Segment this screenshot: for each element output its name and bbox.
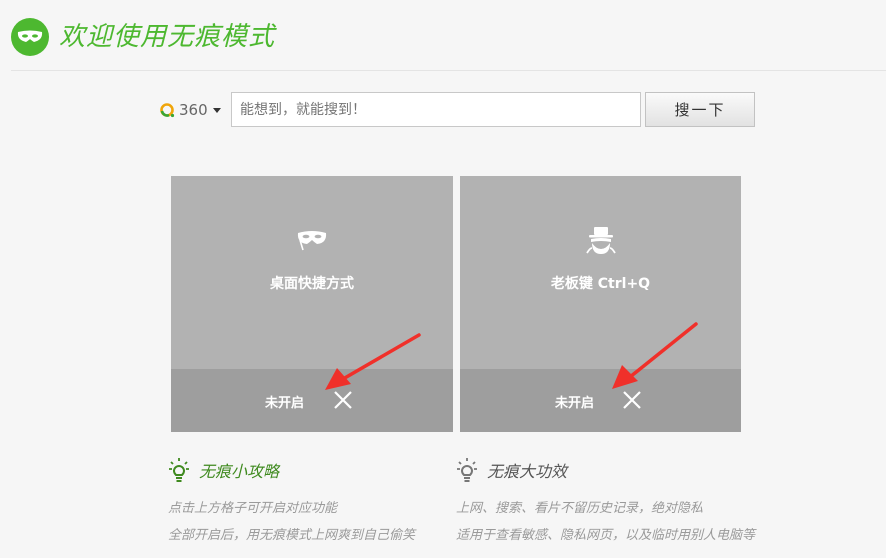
tips-header: 无痕小攻略 [168, 455, 415, 485]
search-engine-selector[interactable]: 360 [159, 97, 221, 123]
tips-title: 无痕大功效 [487, 462, 568, 481]
mask-icon [295, 224, 329, 258]
status-badge: 未开启 [265, 396, 305, 411]
close-icon[interactable] [332, 389, 354, 411]
search-input[interactable] [231, 92, 641, 127]
tips-line: 上网、搜索、看片不留历史记录，绝对隐私 [456, 501, 704, 516]
tips-line: 全部开启后，用无痕模式上网爽到自己偷笑 [168, 528, 416, 543]
search-button[interactable]: 搜一下 [645, 92, 755, 127]
search-engine-name: 360 [179, 101, 208, 119]
tips-body: 上网、搜索、看片不留历史记录，绝对隐私 适用于查看敏感、隐私网页，以及临时用别人… [456, 495, 755, 549]
incognito-start-page: 欢迎使用无痕模式 360 搜一下 桌面快捷方式 未开启 [0, 0, 886, 558]
lightbulb-icon [169, 458, 189, 482]
tips-header: 无痕大功效 [456, 455, 755, 485]
tips-line: 点击上方格子可开启对应功能 [168, 501, 338, 516]
header-divider [11, 70, 886, 71]
page-title: 欢迎使用无痕模式 [59, 22, 276, 52]
card-title: 老板键 Ctrl+Q [550, 276, 651, 292]
card-footer: 未开启 [171, 369, 453, 432]
card-boss-key[interactable]: 老板键 Ctrl+Q 未开启 [460, 176, 741, 432]
disguise-man-icon [584, 224, 618, 258]
tips-body: 点击上方格子可开启对应功能 全部开启后，用无痕模式上网爽到自己偷笑 [168, 495, 415, 549]
card-footer: 未开启 [460, 369, 741, 432]
tips-title: 无痕小攻略 [199, 462, 280, 481]
tips-line: 适用于查看敏感、隐私网页，以及临时用别人电脑等 [456, 528, 756, 543]
header: 欢迎使用无痕模式 [0, 0, 886, 72]
close-icon[interactable] [621, 389, 643, 411]
mask-icon [11, 18, 49, 56]
status-badge: 未开启 [555, 396, 595, 411]
lightbulb-icon [457, 458, 477, 482]
card-desktop-shortcut[interactable]: 桌面快捷方式 未开启 [171, 176, 453, 432]
360-search-logo-icon [160, 103, 175, 118]
chevron-down-icon [212, 107, 221, 113]
tips-guide: 无痕小攻略 点击上方格子可开启对应功能 全部开启后，用无痕模式上网爽到自己偷笑 [168, 455, 415, 549]
card-title: 桌面快捷方式 [270, 276, 354, 292]
tips-benefits: 无痕大功效 上网、搜索、看片不留历史记录，绝对隐私 适用于查看敏感、隐私网页，以… [456, 455, 755, 549]
